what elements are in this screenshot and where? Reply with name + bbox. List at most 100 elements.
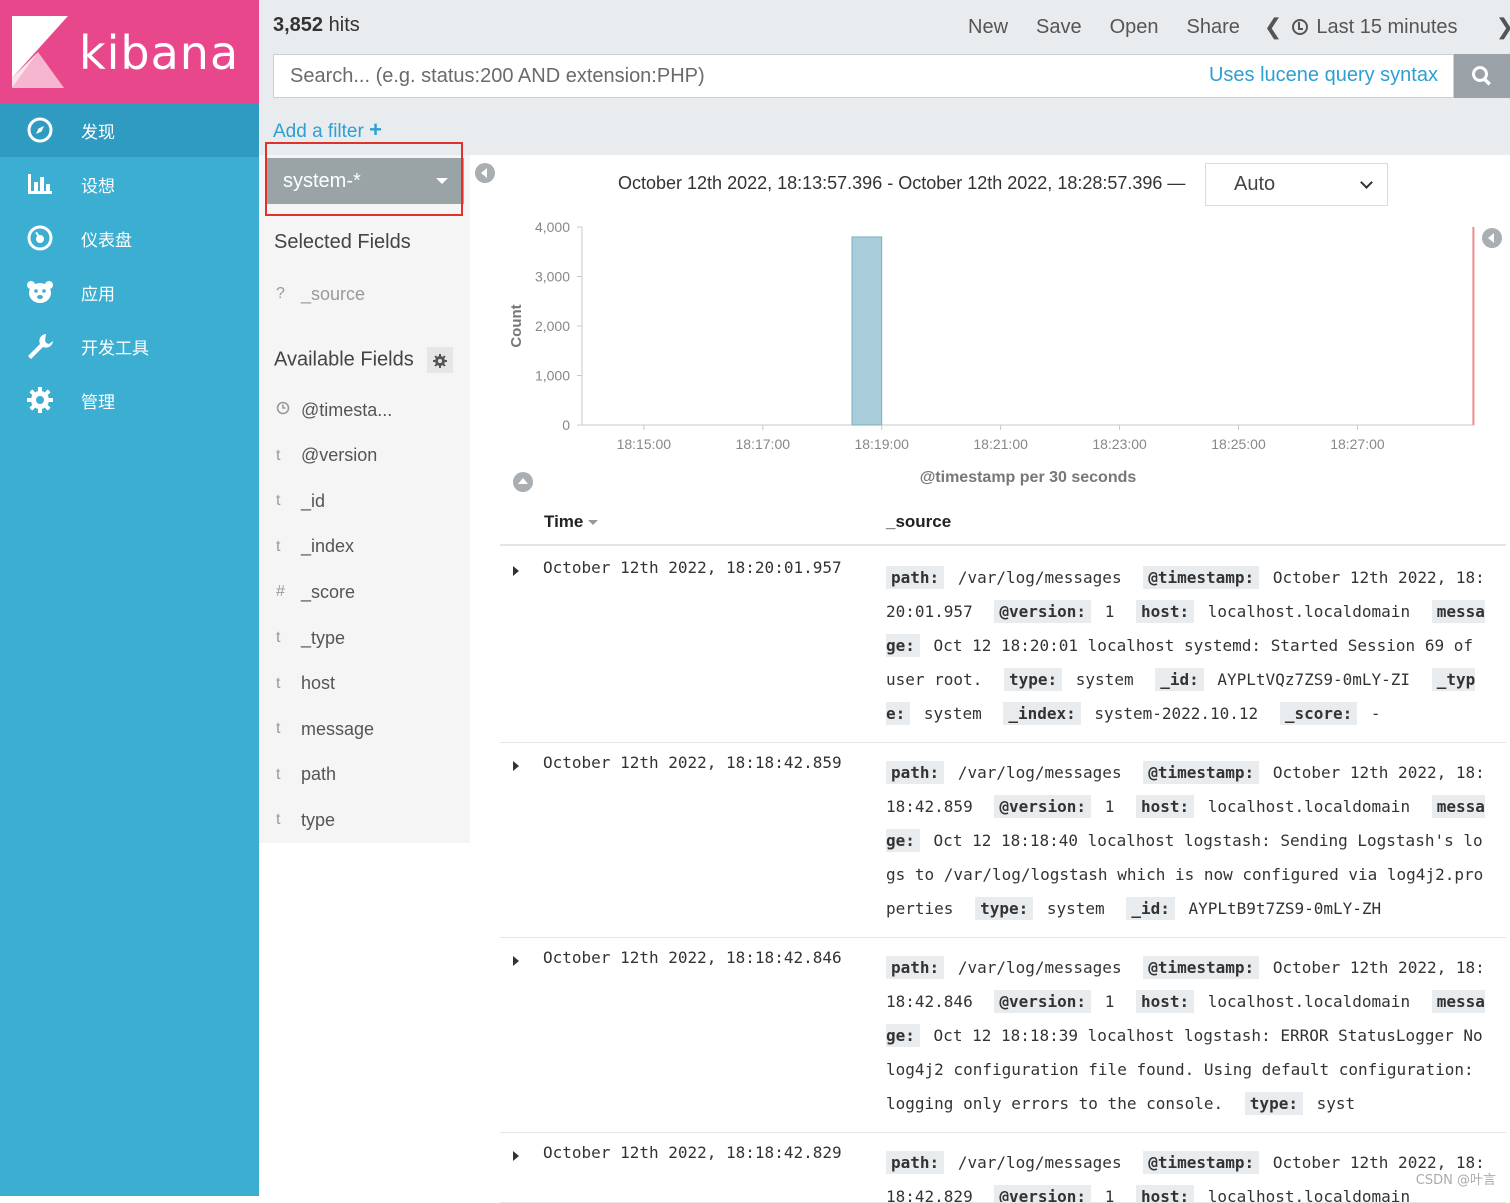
x-tick-label: 18:15:00 (617, 436, 672, 452)
interval-select[interactable]: Auto (1205, 163, 1388, 206)
nav-item-apps[interactable]: 应用 (0, 265, 259, 319)
row-source: path: /var/log/messages @timestamp: Octo… (886, 1146, 1492, 1203)
expand-row-icon[interactable] (513, 566, 519, 576)
share-button[interactable]: Share (1187, 16, 1240, 39)
nav-label: 管理 (81, 388, 115, 413)
expand-row-icon[interactable] (513, 1151, 519, 1161)
search-button[interactable] (1454, 54, 1510, 98)
source-field-value: system (1076, 670, 1134, 689)
save-button[interactable]: Save (1036, 16, 1082, 39)
collapse-sidebar-button[interactable] (475, 163, 495, 183)
available-fields-label: Available Fields (274, 348, 414, 370)
x-tick-label: 18:25:00 (1211, 436, 1266, 452)
source-field-key: @timestamp: (1143, 761, 1259, 784)
watermark: CSDN @叶言 (1416, 1169, 1496, 1188)
source-field-value: system (924, 704, 982, 723)
y-tick-label: 3,000 (535, 269, 570, 285)
table-row[interactable]: October 12th 2022, 18:18:42.829path: /va… (500, 1133, 1506, 1203)
field-item[interactable]: t_id (274, 486, 464, 516)
field-item[interactable]: ttype (274, 805, 464, 835)
row-time: October 12th 2022, 18:18:42.859 (543, 753, 842, 772)
field-name: _id (301, 491, 325, 512)
selected-fields-title: Selected Fields (274, 231, 411, 254)
field-item-source[interactable]: ? _source (274, 279, 464, 309)
field-item[interactable]: tmessage (274, 714, 464, 744)
field-sidebar: system-* Selected Fields ? _source Avail… (259, 155, 470, 843)
source-field-key: path: (886, 1151, 944, 1174)
field-type-icon: t (274, 538, 301, 556)
time-column-header[interactable]: Time (544, 512, 598, 532)
histogram-chart[interactable]: 01,0002,0003,0004,00018:15:0018:17:0018:… (500, 210, 1500, 490)
source-field-key: _score: (1280, 702, 1357, 725)
source-field-key: _id: (1126, 897, 1175, 920)
source-field-value: system-2022.10.12 (1094, 704, 1258, 723)
field-item[interactable]: t@version (274, 441, 464, 471)
expand-row-icon[interactable] (513, 956, 519, 966)
y-tick-label: 2,000 (535, 318, 570, 334)
chevron-left-icon[interactable]: ❮ (1264, 14, 1282, 40)
source-field-value: localhost.localdomain (1208, 1187, 1410, 1203)
available-fields-title: Available Fields (274, 347, 453, 373)
source-field-key: @version: (994, 1185, 1091, 1203)
field-type-icon: t (274, 447, 301, 465)
field-item[interactable]: t_type (274, 623, 464, 653)
nav-item-devtools[interactable]: 开发工具 (0, 319, 259, 373)
clock-icon (1292, 19, 1308, 35)
nav-item-discover[interactable]: 发现 (0, 103, 259, 157)
source-field-key: type: (1245, 1092, 1303, 1115)
source-field-value: /var/log/messages (958, 958, 1122, 977)
field-item[interactable]: t_index (274, 532, 464, 562)
time-picker[interactable]: Last 15 minutes (1292, 16, 1457, 39)
gear-icon (25, 385, 55, 415)
chevron-left-icon (481, 168, 487, 178)
nav-item-visualize[interactable]: 设想 (0, 157, 259, 211)
source-field-key: path: (886, 566, 944, 589)
gear-icon[interactable] (427, 347, 453, 373)
lucene-syntax-link[interactable]: Uses lucene query syntax (1209, 64, 1438, 87)
source-field-key: host: (1136, 795, 1194, 818)
source-field-value: /var/log/messages (958, 1153, 1122, 1172)
open-button[interactable]: Open (1110, 16, 1159, 39)
row-source: path: /var/log/messages @timestamp: Octo… (886, 561, 1492, 731)
hits-count: 3,852 hits (273, 14, 360, 37)
top-menu: New Save Open Share ❮ Last 15 minutes ❯ (954, 12, 1510, 42)
source-field-key: @version: (994, 990, 1091, 1013)
add-filter-label: Add a filter (273, 121, 364, 142)
nav-item-dashboard[interactable]: 仪表盘 (0, 211, 259, 265)
field-name: _score (301, 582, 355, 603)
source-field-key: host: (1136, 1185, 1194, 1203)
source-field-value: AYPLtB9t7ZS9-0mLY-ZH (1189, 899, 1382, 918)
kibana-logo[interactable]: kibana (0, 0, 259, 103)
row-source: path: /var/log/messages @timestamp: Octo… (886, 951, 1492, 1121)
x-axis-label: @timestamp per 30 seconds (920, 469, 1137, 486)
add-filter-button[interactable]: Add a filter + (273, 117, 382, 143)
y-axis-label: Count (508, 304, 525, 347)
source-field-value: /var/log/messages (958, 568, 1122, 587)
field-item[interactable]: #_score (274, 577, 464, 607)
new-button[interactable]: New (968, 16, 1008, 39)
source-field-key: @timestamp: (1143, 956, 1259, 979)
chevron-right-icon[interactable]: ❯ (1496, 14, 1510, 40)
table-row[interactable]: October 12th 2022, 18:18:42.846path: /va… (500, 938, 1506, 1133)
index-pattern-selector[interactable]: system-* (267, 158, 464, 204)
table-row[interactable]: October 12th 2022, 18:20:01.957path: /va… (500, 548, 1506, 743)
table-row[interactable]: October 12th 2022, 18:18:42.859path: /va… (500, 743, 1506, 938)
expand-row-icon[interactable] (513, 761, 519, 771)
bear-icon (25, 277, 55, 307)
source-field-value: Oct 12 18:18:39 localhost logstash: ERRO… (886, 1026, 1483, 1113)
collapse-chart-button[interactable] (513, 472, 533, 492)
source-field-key: @timestamp: (1143, 1151, 1259, 1174)
logo-text: kibana (79, 26, 239, 80)
field-type-icon: t (274, 629, 301, 647)
nav-label: 应用 (81, 280, 115, 305)
histogram-bar[interactable] (852, 237, 882, 425)
field-item[interactable]: @timesta... (274, 395, 464, 425)
field-item[interactable]: thost (274, 669, 464, 699)
wrench-icon (25, 331, 55, 361)
kibana-logo-icon (12, 16, 68, 88)
source-column-header: _source (886, 512, 951, 532)
x-tick-label: 18:23:00 (1092, 436, 1147, 452)
field-type-icon: # (274, 583, 301, 601)
field-item[interactable]: tpath (274, 760, 464, 790)
nav-item-management[interactable]: 管理 (0, 373, 259, 427)
